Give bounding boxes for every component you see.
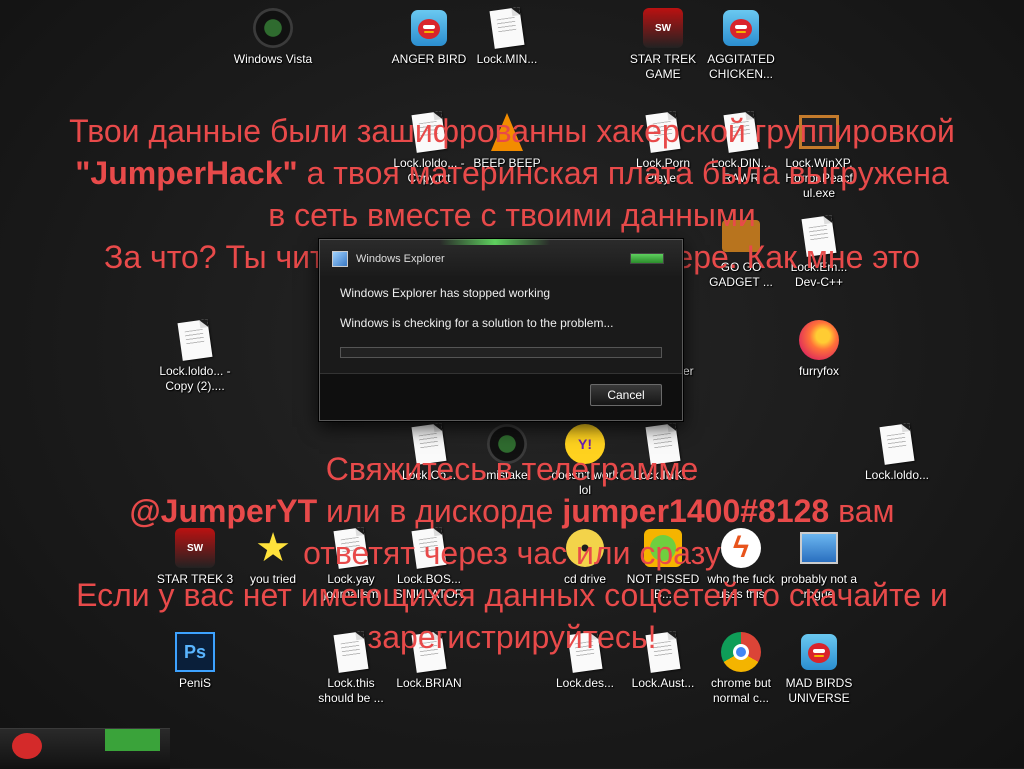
dialog-status: Windows is checking for a solution to th… [340, 316, 614, 330]
ransom-line: @JumperYT или в дискорде jumper1400#8128… [0, 490, 1024, 532]
ransom-message-bottom: Свяжитесь в телеграмме @JumperYT или в д… [0, 448, 1024, 658]
dialog-title: Windows Explorer [356, 253, 445, 265]
ransom-text: вам [829, 493, 895, 529]
icon-label: chrome but normal c... [710, 676, 772, 705]
icon-label: GO GO GADGET ... [709, 260, 773, 289]
dialog-message: Windows Explorer has stopped working [340, 286, 551, 300]
icon-label: Windows Vista [233, 52, 313, 66]
desktop-icon-go-go-gadget[interactable]: GO GO GADGET ... [700, 216, 782, 290]
document-icon [723, 111, 759, 153]
firefox-icon [799, 320, 839, 360]
icon-label: Lock.Porn Player [635, 156, 691, 185]
desktop-icon-lock-porn-player[interactable]: Lock.Porn Player [622, 111, 704, 186]
icon-label: Lock.MIN... [476, 52, 538, 66]
icon-label: MAD BIRDS UNIVERSE [785, 676, 853, 705]
ransom-line: Свяжитесь в телеграмме [325, 451, 699, 487]
document-icon [177, 319, 213, 361]
desktop-icon-lock-winxp-horror[interactable]: Lock.WinXP. Horror.Peacf ul.exe [778, 112, 860, 201]
desktop-icon-star-trek-game[interactable]: SW STAR TREK GAME [622, 8, 704, 82]
taskbar-green-strip [105, 729, 160, 751]
desktop-icon-lock-loldo-copy-2[interactable]: Lock.loldo... - Copy (2).... [154, 319, 236, 394]
angry-bird-rio-icon [723, 10, 759, 46]
desktop-icon-lock-din-rawr[interactable]: Lock.DIN... RAWR [700, 111, 782, 186]
desktop-icon-lock-loldo-copy[interactable]: Lock.loldo... - Copy.txt [388, 111, 470, 186]
icon-label: Lock.WinXP. Horror.Peacf ul.exe [785, 156, 853, 200]
dialog-titlebar[interactable]: Windows Explorer [320, 239, 682, 276]
star-wars-game-icon: SW [643, 8, 683, 48]
icon-label: BEEP BEEP [473, 156, 541, 170]
document-icon [645, 111, 681, 153]
icon-label: Lock.loldo... - Copy.txt [393, 156, 465, 185]
icon-label: Lock.this should be ... [318, 676, 384, 705]
taskbar [0, 728, 170, 769]
explorer-app-icon [332, 251, 348, 267]
icon-label: furryfox [798, 364, 839, 378]
ransom-line: Если у вас нет имеющихся данных соцсетей… [76, 577, 948, 613]
desktop-icon-aggitated-chicken[interactable]: AGGITATED CHICKEN... [700, 8, 782, 82]
icon-label: PeniS [178, 676, 212, 690]
cancel-button[interactable]: Cancel [590, 384, 662, 406]
icon-label: Lock.Em... Dev-C++ [790, 260, 848, 289]
document-icon [411, 111, 447, 153]
desktop-icon-anger-bird[interactable]: ANGER BIRD [388, 8, 470, 67]
desktop-icon-furryfox[interactable]: furryfox [778, 320, 860, 379]
close-button[interactable] [630, 253, 664, 264]
icon-label: STAR TREK GAME [629, 52, 697, 81]
desktop-icon-windows-vista[interactable]: Windows Vista [232, 8, 314, 67]
ransom-text: или в дискорде [317, 493, 563, 529]
ransom-line: в сеть вместе с твоими данными [268, 197, 756, 233]
dialog-footer: Cancel [320, 373, 682, 420]
icon-label: Lock.BRIAN [396, 676, 462, 690]
icon-label: Lock.Aust... [631, 676, 695, 690]
explorer-error-dialog: Windows Explorer Windows Explorer has st… [319, 239, 683, 421]
angry-bird-icon [411, 10, 447, 46]
icon-label: Lock.des... [555, 676, 615, 690]
desktop: Windows Vista ANGER BIRD Lock.MIN... SW … [0, 0, 1024, 769]
progress-bar [340, 347, 662, 358]
icon-label: ANGER BIRD [391, 52, 467, 66]
dialog-body: Windows Explorer has stopped working Win… [320, 276, 682, 358]
desktop-icon-lock-min[interactable]: Lock.MIN... [466, 7, 548, 67]
ransom-discord-handle: jumper1400#8128 [562, 493, 830, 529]
desktop-icon-beep-beep[interactable]: BEEP BEEP [466, 112, 548, 171]
ransom-brand: "JumperHack" [75, 155, 298, 191]
desktop-icon-lock-em-devcpp[interactable]: Lock.Em... Dev-C++ [778, 215, 860, 290]
titlebar-glow [440, 239, 550, 245]
start-button-bird-icon[interactable] [12, 733, 42, 759]
tv-icon [799, 115, 839, 149]
document-icon [489, 7, 525, 49]
vlc-cone-icon [491, 113, 523, 151]
briefcase-icon [722, 220, 760, 252]
ransom-line: зарегистрируйтесь! [367, 619, 657, 655]
ransom-line: ответят через час или сразу [303, 535, 721, 571]
document-icon [801, 215, 837, 257]
round-green-icon [253, 8, 293, 48]
icon-label: Lock.DIN... RAWR [711, 156, 771, 185]
ransom-telegram-handle: @JumperYT [129, 493, 318, 529]
icon-label: AGGITATED CHICKEN... [707, 52, 775, 81]
icon-label: Lock.loldo... - Copy (2).... [159, 364, 231, 393]
